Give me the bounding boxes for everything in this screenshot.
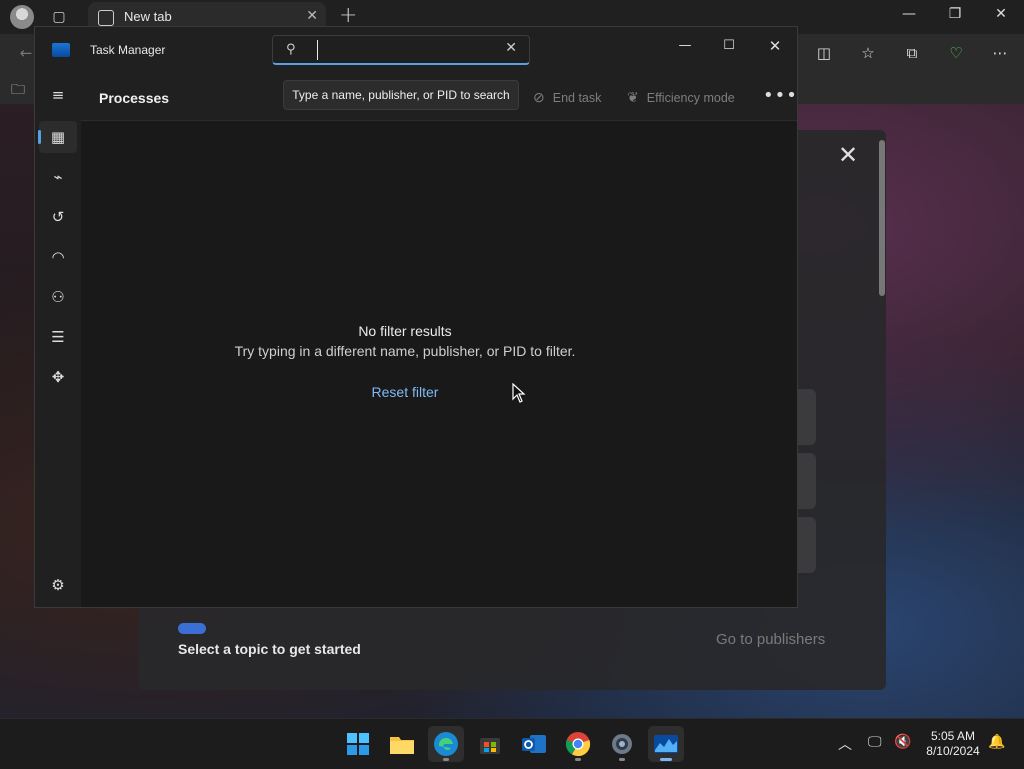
topic-card[interactable] (798, 517, 816, 573)
empty-state-subtitle: Try typing in a different name, publishe… (234, 343, 576, 359)
system-clock[interactable]: 5:05 AM 8/10/2024 (918, 729, 988, 759)
notifications-bell-icon[interactable]: 🔔 (988, 734, 1005, 750)
network-icon[interactable]: 🖵 (868, 734, 882, 750)
nav-history-icon[interactable]: ↺ (39, 201, 77, 233)
settings-gear-icon (612, 734, 632, 754)
panel-close-icon[interactable]: ✕ (838, 141, 858, 169)
search-input[interactable] (317, 40, 504, 60)
page-title: Processes (99, 90, 170, 106)
panel-scrollbar[interactable] (879, 140, 885, 296)
browser-minimize-button[interactable]: — (894, 6, 924, 22)
browser-essentials-icon[interactable]: ♡ (946, 43, 966, 63)
windows-logo-icon (347, 733, 369, 755)
search-tooltip: Type a name, publisher, or PID to search (283, 80, 519, 110)
end-task-button[interactable]: ⊘ End task (533, 89, 601, 106)
edge-icon (434, 732, 458, 756)
taskbar-microsoft-store[interactable] (472, 726, 508, 762)
new-tab-icon (98, 10, 114, 26)
tab-title: New tab (124, 9, 172, 24)
end-task-label: End task (552, 90, 602, 105)
task-manager-icon (654, 735, 678, 753)
topic-card[interactable] (798, 453, 816, 509)
browser-restore-button[interactable]: ❐ (940, 6, 970, 22)
nav-performance-icon[interactable]: ⌁ (39, 161, 77, 193)
reset-filter-link: Reset filter (47, 384, 763, 400)
folder-icon[interactable]: 🗀 (11, 79, 25, 103)
chrome-icon (565, 732, 591, 757)
go-to-publishers-link[interactable]: Go to publishers (716, 631, 825, 648)
tab-actions-icon[interactable]: ▢ (50, 8, 68, 26)
outlook-icon (522, 735, 546, 753)
favorites-icon[interactable]: ☆ (858, 43, 878, 63)
efficiency-mode-button[interactable]: ❦ Efficiency mode (627, 89, 735, 106)
block-icon: ⊘ (533, 89, 545, 105)
nav-settings-gear-icon[interactable]: ⚙ (39, 569, 77, 601)
nav-speedometer-icon[interactable]: ◠ (39, 241, 77, 273)
topic-prompt: Select a topic to get started (178, 641, 361, 657)
taskbar-file-explorer[interactable] (384, 726, 420, 762)
efficiency-mode-label: Efficiency mode (646, 90, 735, 105)
taskbar-chrome[interactable] (560, 726, 596, 762)
more-options-button[interactable]: ••• (763, 85, 798, 106)
settings-more-icon[interactable]: ⋯ (990, 43, 1010, 63)
taskbar-settings[interactable] (604, 726, 640, 762)
clock-time: 5:05 AM (930, 729, 976, 743)
tab-close-icon[interactable]: ✕ (306, 8, 318, 24)
show-hidden-icons-icon[interactable]: ︿ (838, 734, 852, 754)
minimize-button[interactable]: — (665, 31, 705, 61)
profile-avatar[interactable] (10, 5, 34, 29)
taskbar-outlook[interactable] (516, 726, 552, 762)
task-manager-window: Task Manager ⚲ ✕ — ☐ ✕ ≡ ▦ ⌁ ↺ ◠ ⚇ ☰ ✥ ⚙… (34, 26, 798, 608)
start-button[interactable] (340, 726, 376, 762)
volume-muted-icon[interactable]: 🔇 (894, 734, 911, 750)
search-box[interactable]: ⚲ ✕ (272, 35, 530, 65)
maximize-button[interactable]: ☐ (709, 31, 749, 61)
close-button[interactable]: ✕ (755, 31, 795, 61)
clock-date: 8/10/2024 (926, 744, 980, 758)
nav-processes-icon[interactable]: ▦ (38, 121, 77, 153)
folder-icon (390, 737, 414, 754)
nav-users-icon[interactable]: ⚇ (39, 281, 77, 313)
empty-state-title: No filter results (358, 323, 452, 339)
store-icon (480, 738, 500, 754)
collections-icon[interactable]: ⧉ (902, 43, 922, 63)
browser-close-button[interactable]: ✕ (986, 6, 1016, 22)
mouse-cursor-icon (512, 383, 526, 403)
back-icon[interactable]: ← (16, 43, 36, 63)
navigation-rail: ≡ ▦ ⌁ ↺ ◠ ⚇ ☰ ✥ ⚙ (35, 73, 81, 607)
taskbar-edge[interactable] (428, 726, 464, 762)
window-title: Task Manager (90, 43, 166, 57)
taskbar-task-manager[interactable] (648, 726, 684, 762)
search-icon: ⚲ (286, 42, 296, 57)
clear-search-icon[interactable]: ✕ (505, 40, 517, 56)
hamburger-menu-icon[interactable]: ≡ (39, 79, 77, 111)
progress-pill (178, 623, 206, 634)
split-screen-icon[interactable]: ◫ (814, 43, 834, 63)
leaf-icon: ❦ (627, 89, 639, 105)
topic-card[interactable] (798, 389, 816, 445)
task-manager-app-icon (52, 43, 70, 57)
taskbar: ︿ 🖵 🔇 5:05 AM 8/10/2024 🔔 (0, 718, 1024, 769)
task-manager-titlebar: Task Manager ⚲ ✕ — ☐ ✕ (35, 27, 797, 73)
new-tab-button[interactable]: + (339, 3, 357, 28)
reset-filter-button[interactable]: Reset filter (372, 384, 439, 400)
